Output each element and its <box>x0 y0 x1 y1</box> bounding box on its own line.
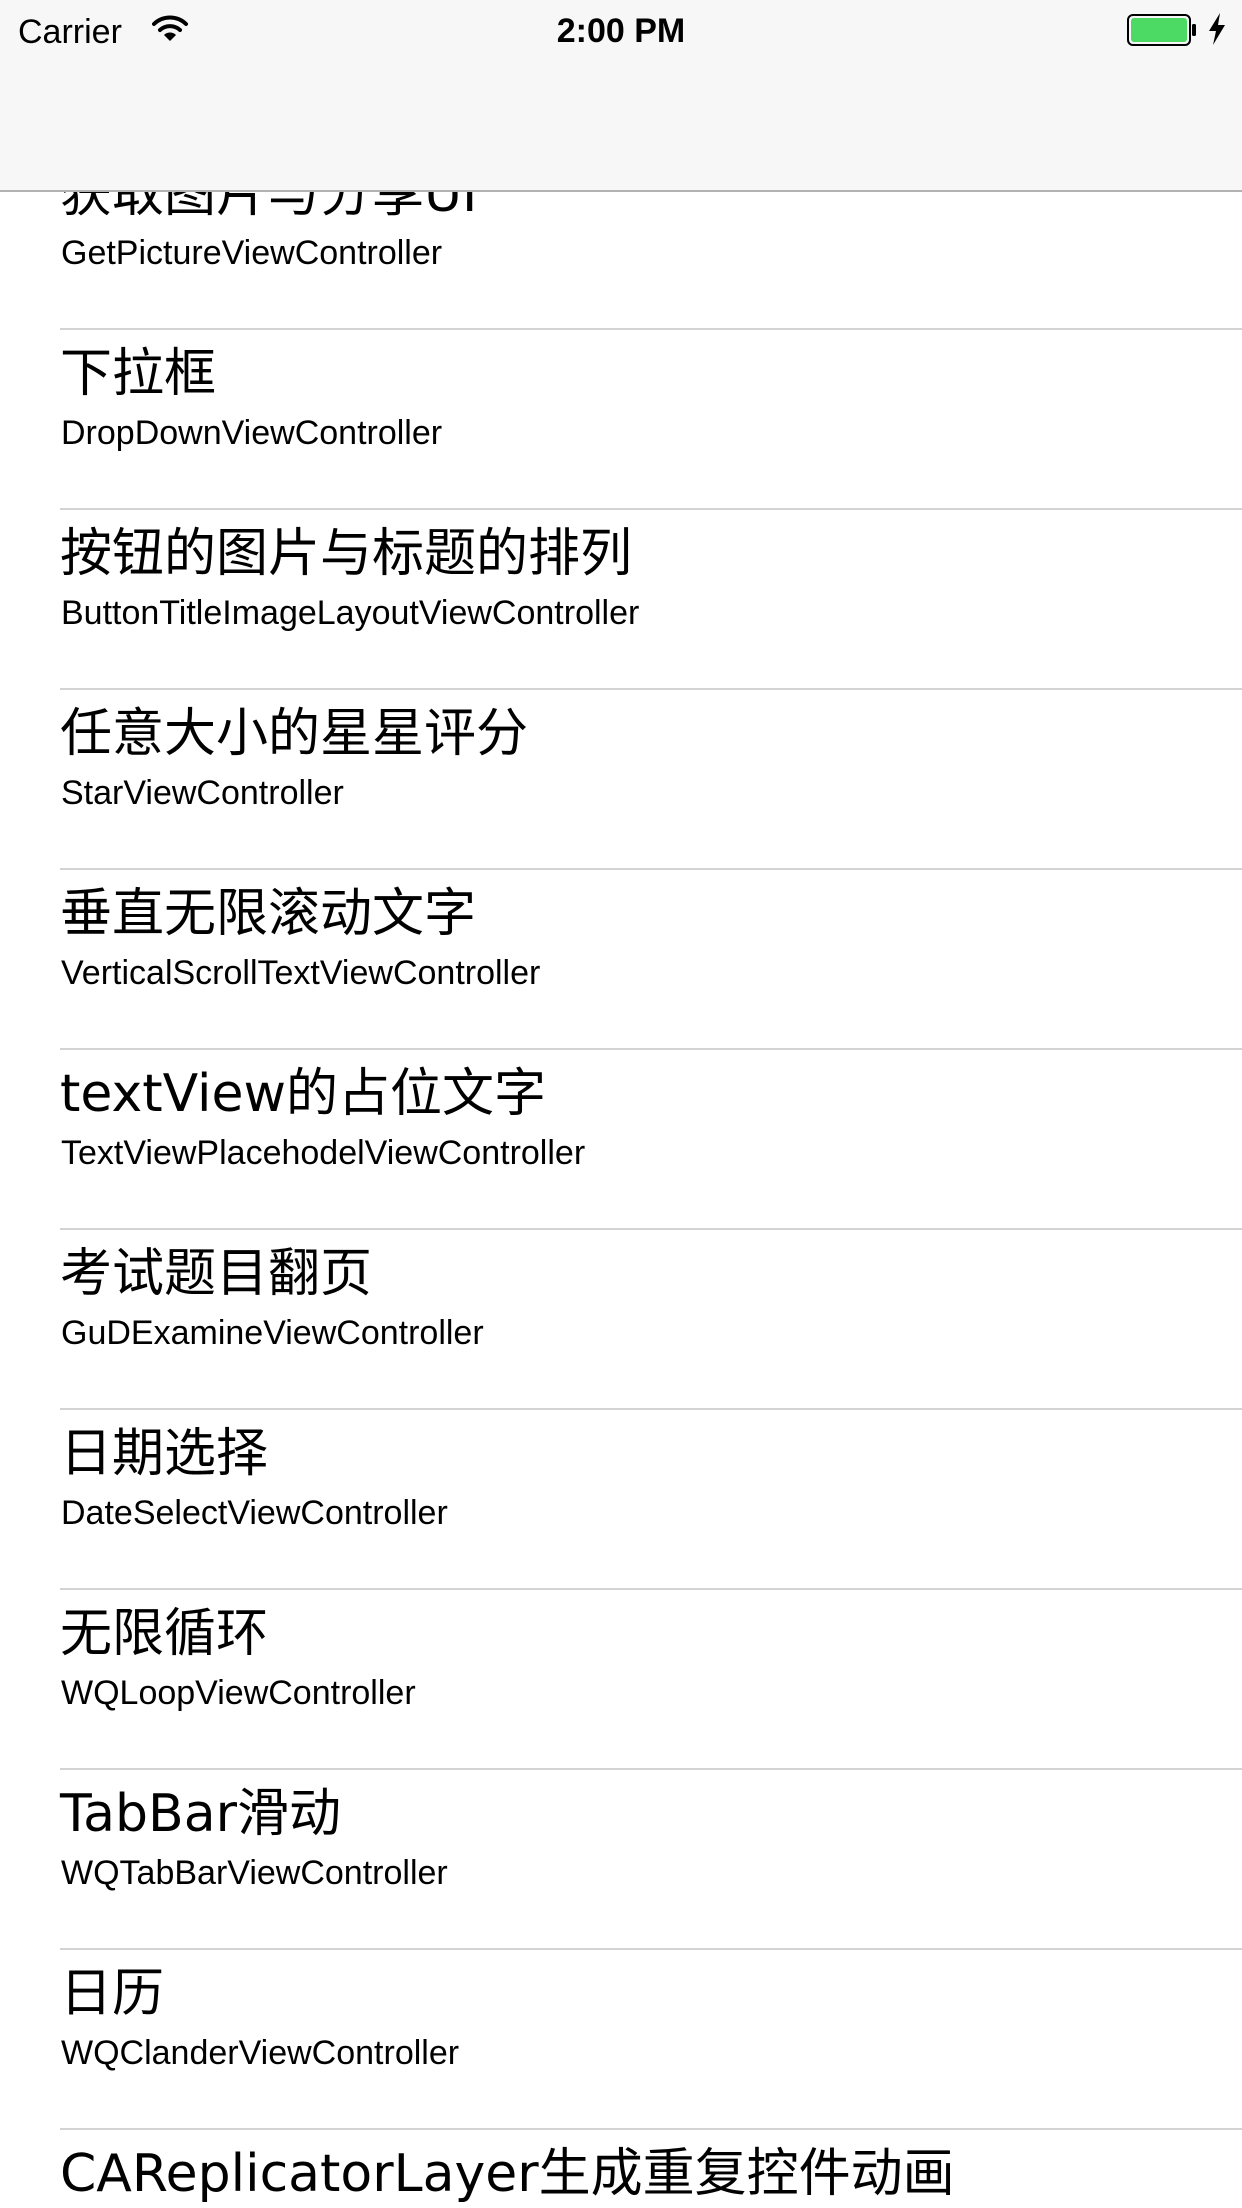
list-item-subtitle: ButtonTitleImageLayoutViewController <box>61 594 640 632</box>
status-time: 2:00 PM <box>556 12 686 50</box>
list-item-subtitle: WQClanderViewController <box>61 2034 460 2072</box>
list-item[interactable]: TabBar滑动 WQTabBarViewController <box>0 1770 1242 1950</box>
controller-list[interactable]: 获取图片与分享UI GetPictureViewController 下拉框 Drop… <box>0 0 1242 2208</box>
list-item[interactable]: 垂直无限滚动文字 VerticalScrollTextViewController <box>0 870 1242 1050</box>
list-item-title: 下拉框 <box>60 344 217 404</box>
battery-icon <box>1127 14 1197 46</box>
list-item[interactable]: 考试题目翻页 GuDExamineViewController <box>0 1230 1242 1410</box>
list-item[interactable]: 按钮的图片与标题的排列 ButtonTitleImageLayoutViewCon… <box>0 510 1242 690</box>
navigation-bar <box>0 60 1242 192</box>
list-item[interactable]: 下拉框 DropDownViewController <box>0 330 1242 510</box>
list-item-subtitle: WQLoopViewController <box>61 1674 416 1712</box>
list-item-subtitle: DateSelectViewController <box>61 1494 448 1532</box>
list-item-title: textView的占位文字 <box>60 1064 547 1124</box>
list-item-subtitle: DropDownViewController <box>61 414 443 452</box>
status-bar: Carrier 2:00 PM <box>0 0 1242 60</box>
list-item-title: 垂直无限滚动文字 <box>60 884 477 944</box>
list-item-subtitle: WQTabBarViewController <box>61 1854 448 1892</box>
list-item[interactable]: 无限循环 WQLoopViewController <box>0 1590 1242 1770</box>
list-item-subtitle: StarViewController <box>61 774 344 812</box>
list-item-title: 按钮的图片与标题的排列 <box>60 524 633 584</box>
charging-icon <box>1207 12 1227 46</box>
list-item-title: 考试题目翻页 <box>60 1244 373 1304</box>
list-item[interactable]: 日期选择 DateSelectViewController <box>0 1410 1242 1590</box>
list-item-subtitle: TextViewPlacehodelViewController <box>61 1134 586 1172</box>
list-item-title: 日期选择 <box>60 1424 269 1484</box>
list-item-title: 任意大小的星星评分 <box>60 704 529 764</box>
list-item[interactable]: CAReplicatorLayer生成重复控件动画 <box>0 2130 1242 2208</box>
list-item-title: TabBar滑动 <box>60 1784 341 1844</box>
list-item-title: 日历 <box>60 1964 165 2024</box>
list-item-subtitle: VerticalScrollTextViewController <box>61 954 541 992</box>
list-item[interactable]: 任意大小的星星评分 StarViewController <box>0 690 1242 870</box>
list-item-subtitle: GuDExamineViewController <box>61 1314 484 1352</box>
list-item-subtitle: GetPictureViewController <box>61 234 443 272</box>
list-item[interactable]: textView的占位文字 TextViewPlacehodelViewContr… <box>0 1050 1242 1230</box>
list-item[interactable]: 日历 WQClanderViewController <box>0 1950 1242 2130</box>
list-item-title: 无限循环 <box>60 1604 269 1664</box>
list-item-title: CAReplicatorLayer生成重复控件动画 <box>60 2144 955 2204</box>
